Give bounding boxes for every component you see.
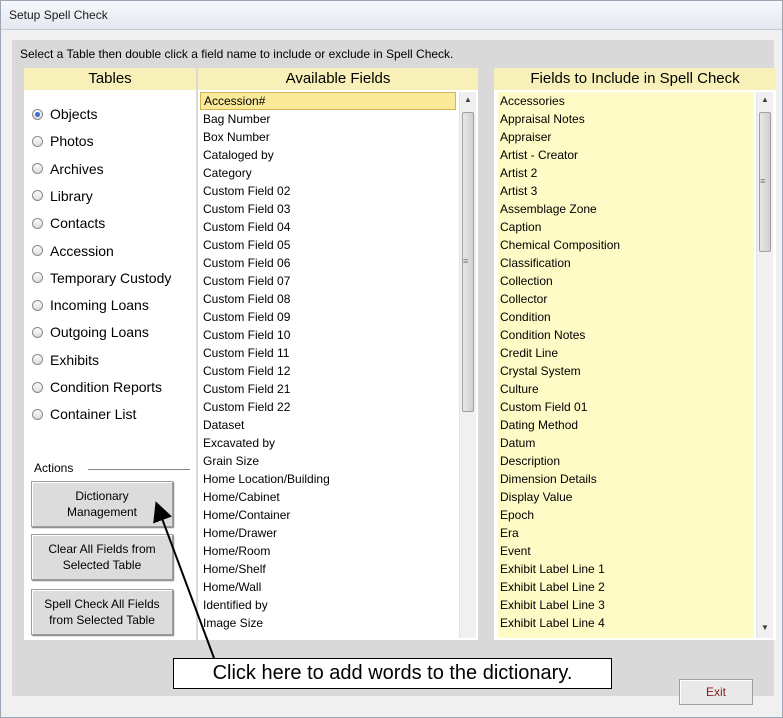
exit-button[interactable]: Exit	[679, 679, 753, 705]
dictionary-callout: Click here to add words to the dictionar…	[173, 658, 612, 689]
callout-arrow-icon	[153, 501, 215, 659]
